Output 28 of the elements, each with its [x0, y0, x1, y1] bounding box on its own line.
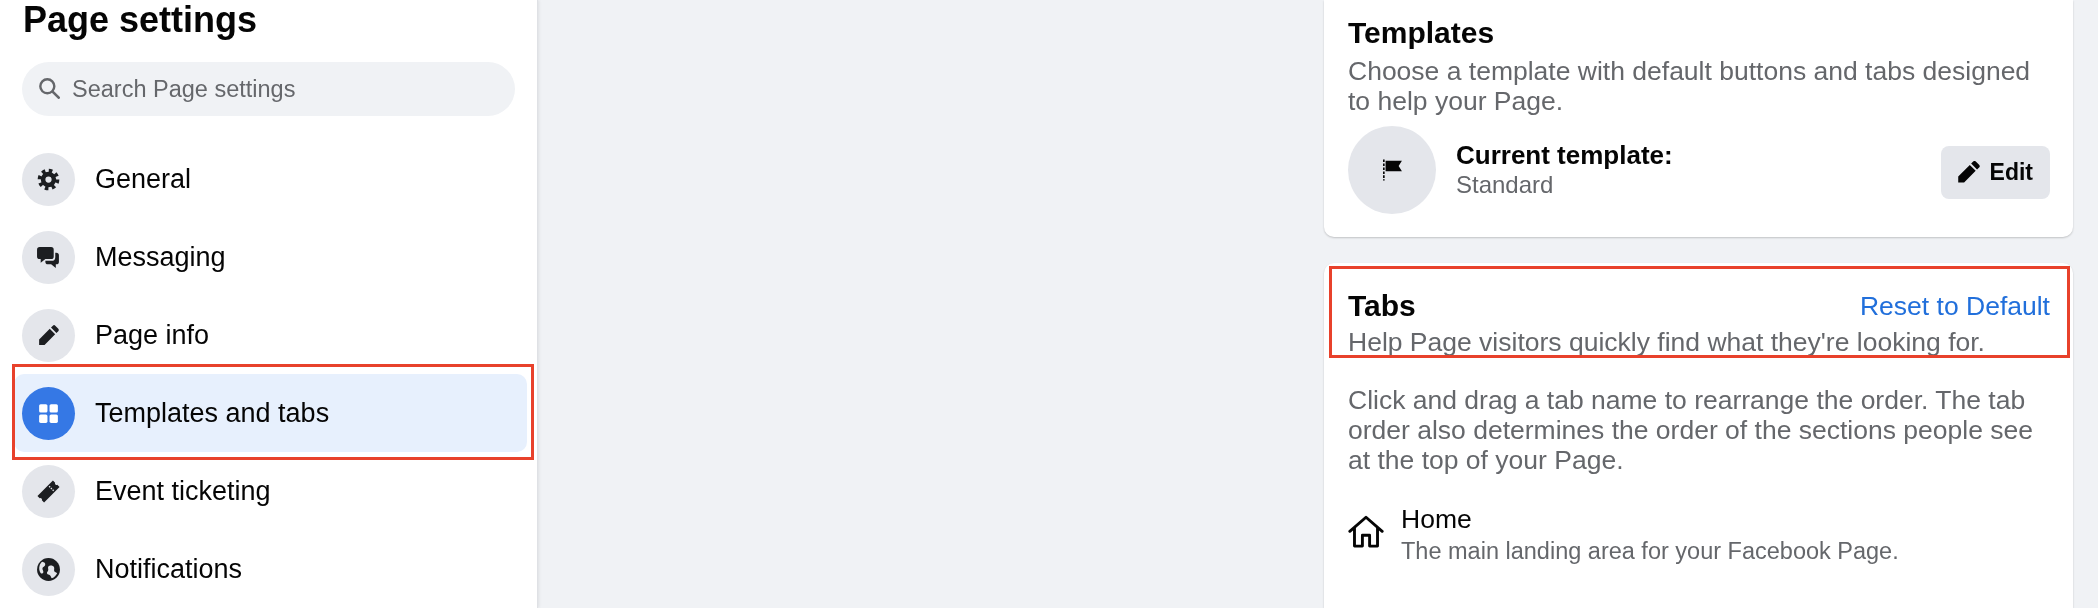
current-template-value: Standard	[1456, 170, 1555, 200]
edit-button[interactable]: Edit	[1940, 145, 2050, 199]
page-title: Page settings	[22, 0, 258, 40]
search-field[interactable]: Search Page settings	[22, 62, 515, 116]
sidebar-item[interactable]: Messaging	[14, 218, 527, 296]
chat-bubbles-icon	[22, 230, 75, 284]
sidebar-item[interactable]: Event ticketing	[14, 452, 527, 530]
pencil-icon	[1957, 161, 1980, 183]
reset-link[interactable]: Reset to Default	[1859, 290, 2050, 322]
tab-description: The main landing area for your Facebook Page.	[1401, 537, 1899, 565]
card-description: Help Page visitors quickly find what they're looking for.	[1348, 327, 1986, 357]
globe-icon	[22, 542, 75, 596]
sidebar-item[interactable]: General	[14, 140, 527, 218]
gear-icon	[22, 152, 75, 206]
ticket-icon	[22, 464, 75, 518]
instructions-text: Click and drag a tab name to rearrange the order. The tab order also determines the order of the sections people see at the top of your Page.	[1348, 385, 2034, 475]
house-icon	[1348, 515, 1384, 548]
card-title: Templates	[1348, 15, 1496, 51]
tab-name[interactable]: Home	[1401, 503, 1472, 535]
current-template-label: Current template:	[1456, 140, 1673, 170]
grid-icon	[22, 386, 75, 440]
pencil-icon	[22, 308, 75, 362]
card-description: Choose a template with default buttons and tabs designed to help your Page.	[1348, 56, 2032, 116]
sidebar-item[interactable]: Notifications	[14, 530, 527, 608]
sidebar-item[interactable]: Page info	[14, 296, 527, 374]
search-icon	[39, 78, 60, 99]
card-title: Tabs	[1348, 288, 1416, 324]
sidebar-item[interactable]: Templates and tabs	[14, 374, 527, 452]
